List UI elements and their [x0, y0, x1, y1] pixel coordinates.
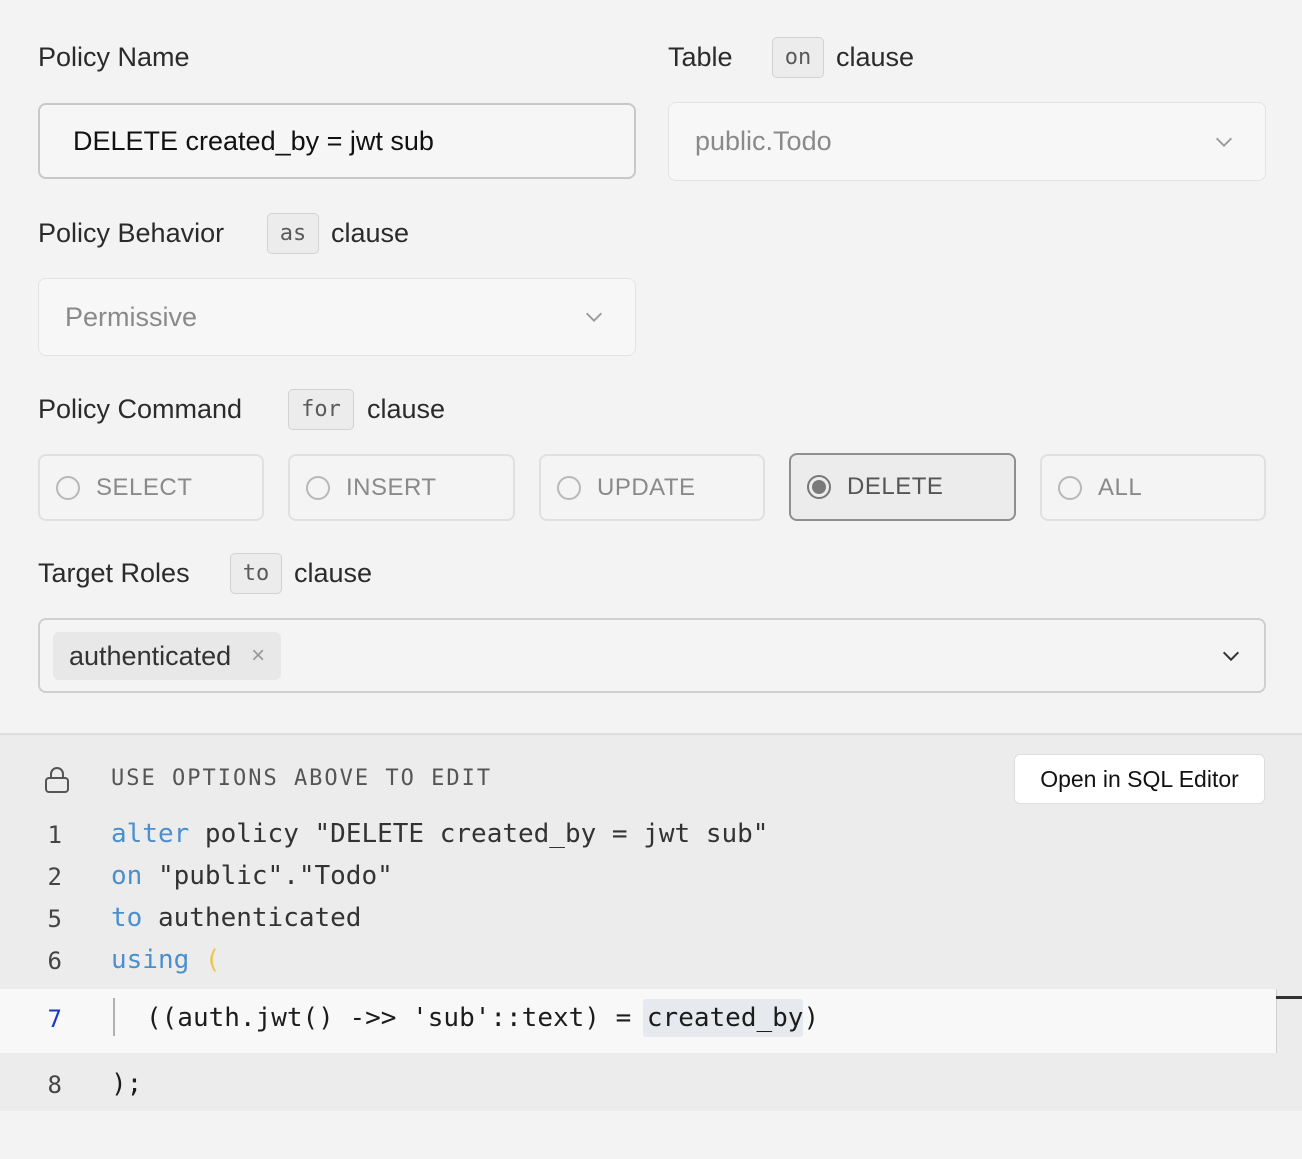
indent-guide [113, 998, 115, 1036]
open-in-sql-editor-button[interactable]: Open in SQL Editor [1014, 754, 1265, 804]
command-option-delete[interactable]: DELETE [789, 453, 1016, 521]
editor-hint: USE OPTIONS ABOVE TO EDIT [111, 766, 493, 791]
radio-icon [1058, 475, 1082, 500]
behavior-select[interactable]: Permissive [38, 278, 636, 356]
editor-footer [0, 1111, 1302, 1159]
table-select[interactable]: public.Todo [668, 102, 1266, 181]
close-icon[interactable]: × [251, 642, 265, 670]
line-number: 6 [47, 947, 62, 975]
target-roles-label: Target Roles [38, 558, 190, 588]
scrollbar-thumb[interactable] [1276, 996, 1302, 999]
chevron-down-icon [1216, 137, 1232, 147]
table-clause-text: clause [836, 42, 915, 72]
code-line-active[interactable]: ((auth.jwt() ->> 'sub'::text) = created_… [146, 1003, 819, 1033]
table-label: Table [668, 42, 733, 72]
radio-selected-icon [807, 475, 831, 499]
role-tag: authenticated × [53, 632, 282, 680]
code-line: to authenticated [111, 903, 362, 933]
command-option-label: SELECT [96, 473, 193, 501]
radio-icon [56, 475, 80, 500]
behavior-select-value: Permissive [65, 301, 198, 332]
command-option-label: INSERT [346, 473, 437, 501]
command-clause-text: clause [367, 394, 446, 424]
roles-multiselect[interactable]: authenticated × [38, 618, 1266, 693]
table-select-value: public.Todo [695, 126, 832, 156]
radio-icon [306, 475, 330, 500]
code-line: ); [111, 1069, 143, 1099]
policy-name-input[interactable]: DELETE created_by = jwt sub [38, 103, 636, 179]
policy-name-label: Policy Name [38, 42, 190, 72]
line-number: 5 [47, 905, 62, 933]
code-line: alter policy "DELETE created_by = jwt su… [111, 819, 769, 849]
chevron-down-icon [586, 312, 602, 322]
policy-command-label: Policy Command [38, 394, 243, 424]
line-number: 2 [47, 863, 62, 891]
behavior-clause-text: clause [331, 218, 410, 248]
as-clause-chip: as [267, 213, 319, 254]
chevron-down-icon[interactable] [1220, 645, 1242, 667]
policy-name-value: DELETE created_by = jwt sub [73, 125, 434, 156]
line-number: 1 [47, 821, 62, 849]
on-clause-chip: on [772, 37, 824, 78]
command-option-select[interactable]: SELECT [38, 454, 264, 521]
command-option-label: UPDATE [597, 473, 696, 501]
for-clause-chip: for [288, 389, 354, 430]
sql-preview-editor: USE OPTIONS ABOVE TO EDIT Open in SQL Ed… [0, 733, 1302, 1159]
code-line: on "public"."Todo" [111, 861, 393, 891]
code-line: using ( [111, 945, 221, 975]
lock-icon [45, 767, 69, 793]
line-number: 8 [47, 1071, 62, 1099]
policy-behavior-label: Policy Behavior [38, 218, 225, 248]
to-clause-chip: to [230, 553, 282, 594]
command-option-insert[interactable]: INSERT [288, 454, 515, 521]
line-number-active: 7 [47, 1005, 62, 1033]
command-option-all[interactable]: ALL [1040, 454, 1266, 521]
roles-clause-text: clause [294, 558, 373, 588]
command-option-label: DELETE [847, 473, 944, 500]
command-option-label: ALL [1098, 473, 1143, 501]
radio-icon [557, 475, 581, 500]
role-tag-label: authenticated [69, 640, 232, 671]
command-option-update[interactable]: UPDATE [539, 454, 765, 521]
